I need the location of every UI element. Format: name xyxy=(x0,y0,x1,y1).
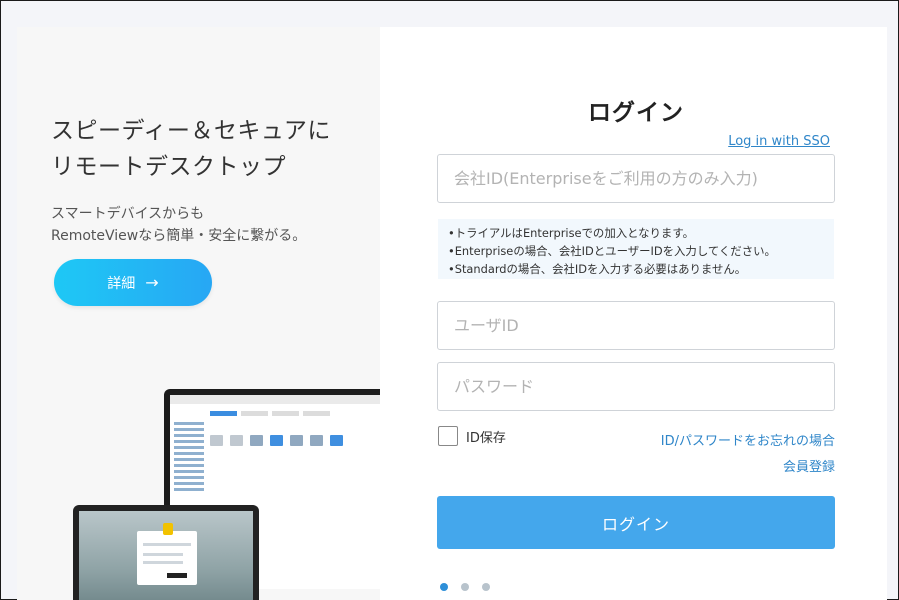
sidebar-line xyxy=(174,422,204,425)
sidebar-line xyxy=(174,488,204,491)
file-icons-row xyxy=(210,435,343,446)
app-tab xyxy=(210,411,237,416)
sso-login-link[interactable]: Log in with SSO xyxy=(728,134,830,149)
sidebar-line xyxy=(174,482,204,485)
file-icon xyxy=(270,435,283,446)
file-icon xyxy=(250,435,263,446)
carousel-dot[interactable] xyxy=(461,583,469,591)
sidebar-line xyxy=(174,446,204,449)
file-icon xyxy=(330,435,343,446)
carousel-dot[interactable] xyxy=(482,583,490,591)
app-tabs xyxy=(210,411,330,416)
detail-button-label: 詳細 xyxy=(107,275,136,292)
save-id-label: ID保存 xyxy=(466,430,506,446)
notice-line-3: •Standardの場合、会社IDを入力する必要はありません。 xyxy=(448,262,747,276)
notice-line-2: •Enterpriseの場合、会社IDとユーザーIDを入力してください。 xyxy=(448,244,776,258)
login-title: ログイン xyxy=(588,100,684,126)
sidebar-line xyxy=(174,470,204,473)
browser-bar xyxy=(170,395,380,404)
headline-line-2: リモートデスクトップ xyxy=(51,154,286,180)
save-id-checkbox[interactable] xyxy=(438,426,458,446)
sidebar-line xyxy=(174,476,204,479)
subtext-line-1: スマートデバイスからも xyxy=(51,206,205,222)
sidebar-line xyxy=(174,458,204,461)
sidebar-line xyxy=(174,464,204,467)
sidebar-line xyxy=(174,434,204,437)
sidebar-line xyxy=(174,428,204,431)
app-tab xyxy=(241,411,268,416)
login-notice: •トライアルはEnterpriseでの加入となります。 •Enterpriseの… xyxy=(438,219,834,279)
carousel-dots xyxy=(440,583,490,591)
promo-subtext: スマートデバイスからも RemoteViewなら簡単・安全に繋がる。 xyxy=(51,203,306,247)
folder-icon xyxy=(230,435,243,446)
arrow-right-icon: → xyxy=(145,273,159,292)
file-icon xyxy=(310,435,323,446)
lock-icon xyxy=(163,523,173,535)
app-tab xyxy=(272,411,299,416)
save-id-option[interactable]: ID保存 xyxy=(438,426,506,446)
dialog-line xyxy=(143,561,183,564)
folder-icon xyxy=(210,435,223,446)
app-tab xyxy=(303,411,330,416)
laptop-illustration xyxy=(73,505,259,600)
dialog-button xyxy=(167,573,187,578)
laptop-screen xyxy=(79,511,253,600)
login-button[interactable]: ログイン xyxy=(437,496,835,549)
file-icon xyxy=(290,435,303,446)
promo-headline: スピーディー＆セキュアに リモートデスクトップ xyxy=(51,113,331,185)
detail-button[interactable]: 詳細 → xyxy=(54,259,212,306)
promo-panel: スピーディー＆セキュアに リモートデスクトップ スマートデバイスからも Remo… xyxy=(17,27,380,600)
register-link[interactable]: 会員登録 xyxy=(783,456,835,475)
password-input[interactable] xyxy=(437,362,835,411)
notice-line-1: •トライアルはEnterpriseでの加入となります。 xyxy=(448,226,694,240)
subtext-line-2: RemoteViewなら簡単・安全に繋がる。 xyxy=(51,228,307,244)
headline-line-1: スピーディー＆セキュアに xyxy=(51,118,331,144)
lock-dialog xyxy=(137,523,197,585)
carousel-dot[interactable] xyxy=(440,583,448,591)
forgot-password-link[interactable]: ID/パスワードをお忘れの場合 xyxy=(661,430,835,449)
sidebar-line xyxy=(174,440,204,443)
dialog-line xyxy=(143,553,183,556)
company-id-input[interactable] xyxy=(437,154,835,203)
sidebar-line xyxy=(174,452,204,455)
dialog-line xyxy=(143,543,191,546)
user-id-input[interactable] xyxy=(437,301,835,350)
